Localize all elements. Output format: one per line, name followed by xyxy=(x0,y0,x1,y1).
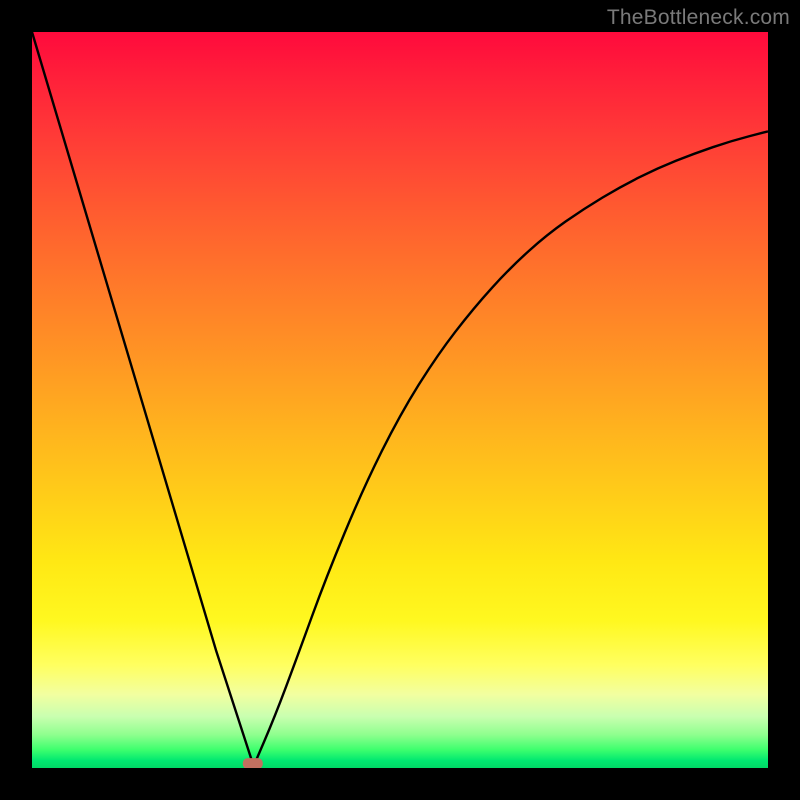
chart-frame: TheBottleneck.com xyxy=(0,0,800,800)
plot-area xyxy=(32,32,768,768)
watermark-text: TheBottleneck.com xyxy=(607,6,790,30)
minimum-marker xyxy=(243,758,263,768)
bottleneck-curve xyxy=(32,32,768,768)
curve-left-branch xyxy=(32,32,253,764)
curve-right-branch xyxy=(253,131,768,768)
